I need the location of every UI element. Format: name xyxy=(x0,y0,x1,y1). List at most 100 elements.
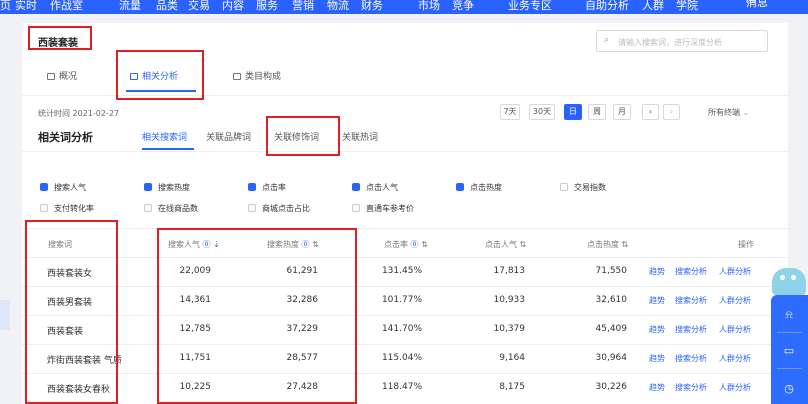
table-row: 西装套装女 22,009 61,291 131.45% 17,813 71,55… xyxy=(22,257,788,286)
audience-analysis-link[interactable]: 人群分析 xyxy=(719,382,751,393)
nav-item[interactable]: 内容 xyxy=(222,0,244,13)
cell-search-heat: 32,286 xyxy=(286,295,319,305)
search-analysis-link[interactable]: 搜索分析 xyxy=(675,353,707,364)
header-ctr[interactable]: 点击率 ⓪ ⇅ xyxy=(384,239,428,250)
cell-search-popularity: 22,009 xyxy=(179,266,212,276)
metric-search-popularity[interactable]: 搜索人气 xyxy=(40,182,86,193)
cell-term: 西装套装 xyxy=(47,327,84,337)
main-card: 西装套装 ⌕ 请输入搜索词，进行深度分析 概况 相关分析 类目构成 统计时间 2… xyxy=(22,23,788,404)
metric-online-items[interactable]: 在线商品数 xyxy=(144,203,198,214)
nav-item[interactable]: 自助分析 xyxy=(585,0,629,13)
trend-link[interactable]: 趋势 xyxy=(649,324,665,335)
nav-item[interactable]: 竞争 xyxy=(452,0,474,13)
page-title: 西装套装 xyxy=(38,38,78,49)
nav-item[interactable]: 服务 xyxy=(256,0,278,13)
cell-search-heat: 27,428 xyxy=(286,382,319,392)
sort-icon: ⇅ xyxy=(519,240,527,249)
range-30d[interactable]: 30天 xyxy=(529,104,555,120)
range-day[interactable]: 日 xyxy=(564,104,582,120)
cell-search-popularity: 10,225 xyxy=(179,382,212,392)
checkbox-checked xyxy=(456,183,464,191)
header-click-heat[interactable]: 点击热度 ⇅ xyxy=(587,239,628,250)
subtab-related-search[interactable]: 相关搜索词 xyxy=(142,130,187,143)
metric-pay-conversion[interactable]: 支付转化率 xyxy=(40,203,94,214)
cell-click-popularity: 17,813 xyxy=(493,266,526,276)
nav-item[interactable]: 页 xyxy=(0,0,11,13)
trend-link[interactable]: 趋势 xyxy=(649,382,665,393)
metric-ctr[interactable]: 点击率 xyxy=(248,182,286,193)
search-analysis-link[interactable]: 搜索分析 xyxy=(675,324,707,335)
nav-item[interactable]: 交易 xyxy=(188,0,210,13)
mascot-icon[interactable] xyxy=(772,268,806,296)
nav-item[interactable]: 人群 xyxy=(642,0,664,13)
prev-button[interactable]: ‹ xyxy=(642,104,659,120)
help-icon: ⓪ xyxy=(202,240,211,249)
cell-click-heat: 30,964 xyxy=(595,353,628,363)
search-analysis-link[interactable]: 搜索分析 xyxy=(675,266,707,277)
metric-mall-click-share[interactable]: 商城点击占比 xyxy=(248,203,310,214)
nav-item[interactable]: 物流 xyxy=(327,0,349,13)
cell-search-heat: 28,577 xyxy=(286,353,319,363)
next-button[interactable]: › xyxy=(663,104,680,120)
nav-item[interactable]: 实时 xyxy=(15,0,37,13)
nav-item[interactable]: 品类 xyxy=(156,0,178,13)
search-input[interactable]: ⌕ 请输入搜索词，进行深度分析 xyxy=(596,30,768,52)
chat-icon[interactable]: ▭ xyxy=(783,345,795,357)
bell-icon[interactable]: ⍾ xyxy=(783,309,795,321)
nav-item[interactable]: 财务 xyxy=(361,0,383,13)
cell-click-heat: 30,226 xyxy=(595,382,628,392)
tab-category-structure[interactable]: 类目构成 xyxy=(233,69,281,82)
subtab-modifier-words[interactable]: 关联修饰词 xyxy=(274,130,319,143)
tab-icon xyxy=(47,73,55,80)
trend-link[interactable]: 趋势 xyxy=(649,295,665,306)
left-edge-marker xyxy=(0,300,10,330)
checkbox-unchecked xyxy=(352,204,360,212)
audience-analysis-link[interactable]: 人群分析 xyxy=(719,295,751,306)
sort-icon: ⇅ xyxy=(421,240,428,249)
metric-ztc-price[interactable]: 直通车参考价 xyxy=(352,203,414,214)
checkbox-unchecked xyxy=(248,204,256,212)
nav-item[interactable]: 学院 xyxy=(676,0,698,13)
nav-item[interactable]: 营销 xyxy=(292,0,314,13)
search-analysis-link[interactable]: 搜索分析 xyxy=(675,382,707,393)
clock-icon[interactable]: ◷ xyxy=(783,383,795,395)
tab-overview[interactable]: 概况 xyxy=(47,69,77,82)
help-icon: ⓪ xyxy=(301,240,310,249)
metric-click-heat[interactable]: 点击热度 xyxy=(456,182,502,193)
cell-term: 西装套装女春秋 xyxy=(47,385,111,395)
range-week[interactable]: 周 xyxy=(588,104,606,120)
metric-click-popularity[interactable]: 点击人气 xyxy=(352,182,398,193)
cell-click-popularity: 10,379 xyxy=(493,324,526,334)
subtab-hot-words[interactable]: 关联热词 xyxy=(342,130,378,143)
metric-search-heat[interactable]: 搜索热度 xyxy=(144,182,190,193)
nav-item[interactable]: 流量 xyxy=(119,0,141,13)
nav-item[interactable]: 业务专区 xyxy=(508,0,552,13)
terminal-select[interactable]: 所有终端 ⌄ xyxy=(708,107,749,118)
subtab-brand-words[interactable]: 关联品牌词 xyxy=(206,130,251,143)
cell-ctr: 131.45% xyxy=(381,266,422,276)
header-search-heat[interactable]: 搜索热度 ⓪ ⇅ xyxy=(267,239,319,250)
cell-term: 炸街西装套装 气质 xyxy=(47,356,122,366)
search-analysis-link[interactable]: 搜索分析 xyxy=(675,295,707,306)
range-7d[interactable]: 7天 xyxy=(500,104,520,120)
range-month[interactable]: 月 xyxy=(613,104,631,120)
help-icon: ⓪ xyxy=(410,240,419,249)
header-click-popularity[interactable]: 点击人气 ⇅ xyxy=(485,239,526,250)
nav-item[interactable]: 作战室 xyxy=(50,0,83,13)
tab-related-analysis[interactable]: 相关分析 xyxy=(130,69,178,82)
audience-analysis-link[interactable]: 人群分析 xyxy=(719,266,751,277)
nav-item[interactable]: 市场 xyxy=(418,0,440,13)
audience-analysis-link[interactable]: 人群分析 xyxy=(719,353,751,364)
metric-trade-index[interactable]: 交易指数 xyxy=(560,182,606,193)
trend-link[interactable]: 趋势 xyxy=(649,353,665,364)
tab-icon xyxy=(233,73,241,80)
side-toolbar: ⍾ ▭ ◷ xyxy=(771,295,808,404)
search-icon: ⌕ xyxy=(604,35,610,45)
audience-analysis-link[interactable]: 人群分析 xyxy=(719,324,751,335)
cell-ctr: 141.70% xyxy=(381,324,422,334)
cell-click-popularity: 9,164 xyxy=(499,353,525,363)
trend-link[interactable]: 趋势 xyxy=(649,266,665,277)
table-row: 西装男套装 14,361 32,286 101.77% 10,933 32,61… xyxy=(22,286,788,315)
table-row: 西装套装女春秋 10,225 27,428 118.47% 8,175 30,2… xyxy=(22,373,788,402)
header-search-popularity[interactable]: 搜索人气 ⓪ ⇣ xyxy=(168,239,220,250)
